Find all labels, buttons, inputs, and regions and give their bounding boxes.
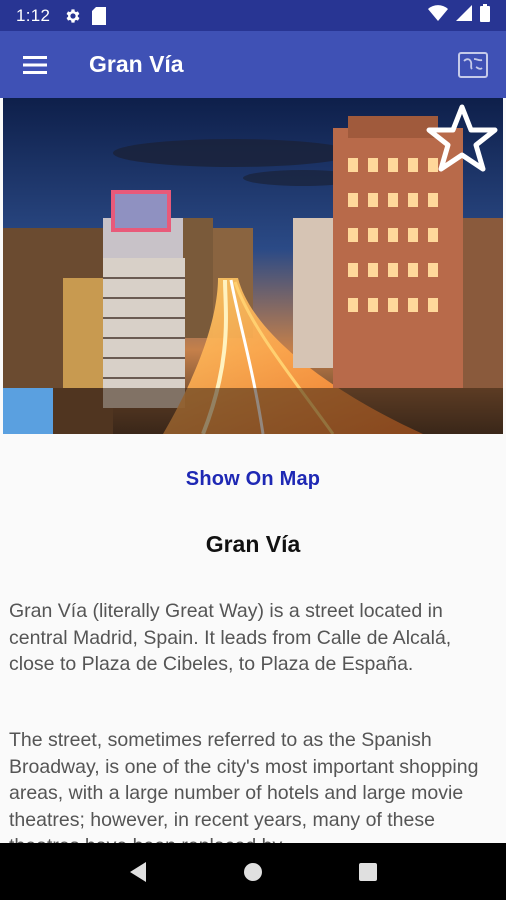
gear-icon <box>64 7 82 25</box>
map-icon <box>458 51 488 78</box>
app-bar: Gran Vía <box>0 31 506 98</box>
favorite-button[interactable] <box>425 102 499 176</box>
app-title: Gran Vía <box>89 51 184 77</box>
sd-card-icon <box>92 6 107 25</box>
back-triangle-icon <box>129 861 146 882</box>
description-paragraph-1: Gran Vía (literally Great Way) is a stre… <box>9 600 452 675</box>
home-circle-icon <box>243 862 262 881</box>
map-button[interactable] <box>440 31 506 98</box>
place-title: Gran Vía <box>205 531 301 557</box>
back-button[interactable] <box>118 852 158 892</box>
star-outline-icon <box>426 104 498 172</box>
status-time: 1:12 <box>16 5 51 25</box>
menu-button[interactable] <box>0 31 70 98</box>
battery-icon <box>480 4 490 27</box>
home-button[interactable] <box>233 852 273 892</box>
description-paragraph-2: The street, sometimes referred to as the… <box>9 729 479 857</box>
navigation-bar <box>0 843 506 900</box>
menu-icon <box>23 55 47 74</box>
recents-button[interactable] <box>348 852 388 892</box>
wifi-icon <box>428 5 448 26</box>
status-bar: 1:12 <box>0 0 506 31</box>
hero-image <box>3 98 503 434</box>
recents-square-icon <box>359 862 378 881</box>
signal-icon <box>456 5 472 26</box>
show-on-map-link[interactable]: Show On Map <box>0 468 506 491</box>
